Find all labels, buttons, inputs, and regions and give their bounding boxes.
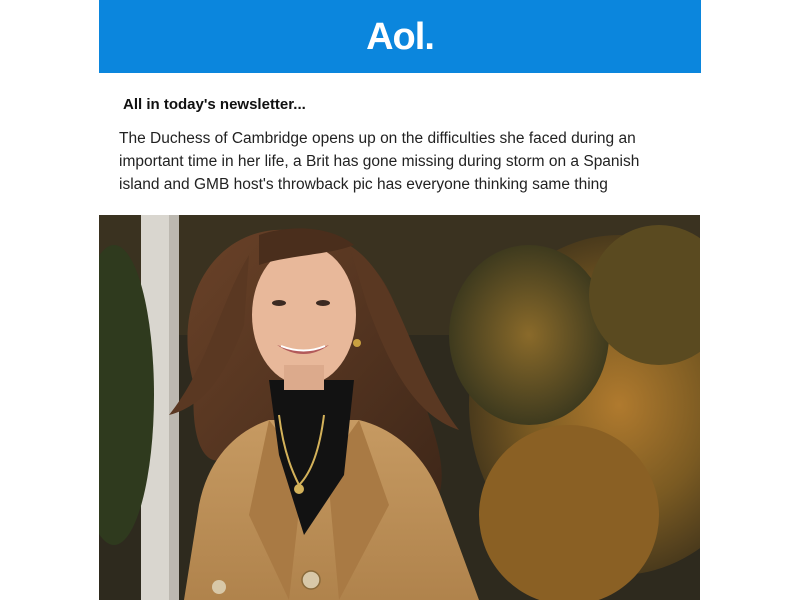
aol-header-banner: Aol. <box>99 0 701 73</box>
newsletter-summary: The Duchess of Cambridge opens up on the… <box>119 130 640 193</box>
newsletter-heading: All in today's newsletter... <box>123 96 306 113</box>
aol-logo[interactable]: Aol. <box>366 18 435 56</box>
email-container: Aol. All in today's newsletter... The Du… <box>99 0 701 600</box>
hero-image[interactable] <box>99 215 700 600</box>
hero-photo-illustration <box>99 215 700 600</box>
